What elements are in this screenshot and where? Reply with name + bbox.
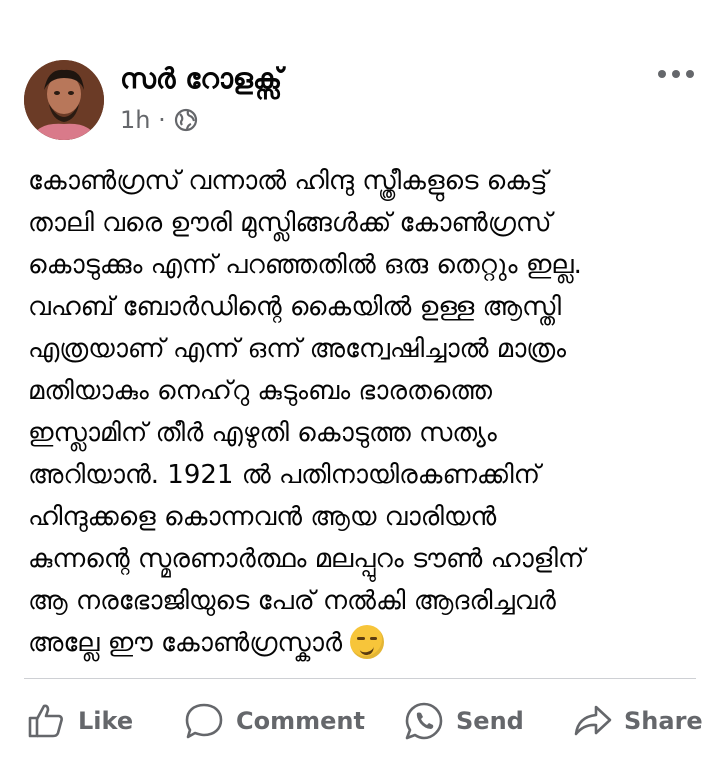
action-bar: Like Comment Send Share <box>0 690 720 750</box>
like-button[interactable]: Like <box>26 700 133 742</box>
send-label: Send <box>456 707 524 735</box>
post-line: ഇസ്ലാമിന് തീർ എഴുതി കൊടുത്ത സത്യം <box>28 418 497 448</box>
comment-label: Comment <box>236 707 365 735</box>
author-name[interactable]: സർ റോളക്സ് <box>120 62 282 96</box>
thumbs-up-icon <box>28 704 63 738</box>
post-meta: 1h · <box>120 106 198 134</box>
post-text: കോൺഗ്രസ് വന്നാൽ ഹിന്ദു സ്ത്രീകളുടെ കെട്ട… <box>28 160 700 664</box>
post-line: ഹിന്ദുക്കളെ കൊന്നവൻ ആയ വാരിയൻ <box>28 502 497 532</box>
post-line: അറിയാൻ. 1921 ൽ പതിനായിരകണക്കിന് <box>28 460 541 490</box>
whatsapp-icon <box>405 702 443 740</box>
share-button[interactable]: Share <box>572 700 703 742</box>
post-line: വഹബ് ബോർഡിന്റെ കൈയിൽ ഉള്ള ആസ്തി <box>28 292 562 322</box>
more-options-icon[interactable] <box>658 64 694 84</box>
avatar-photo <box>24 60 104 140</box>
divider <box>24 678 696 679</box>
like-label: Like <box>78 707 134 735</box>
post-line: കോൺഗ്രസ് വന്നാൽ ഹിന്ദു സ്ത്രീകളുടെ കെട്ട… <box>28 166 548 196</box>
facebook-post: സർ റോളക്സ് 1h · കോൺഗ്രസ് വന്നാൽ ഹിന്ദു സ… <box>0 0 720 760</box>
post-line: താലി വരെ ഊരി മുസ്ലിങ്ങൾക്ക് കോൺഗ്രസ് <box>28 208 552 238</box>
comment-icon <box>185 703 223 739</box>
post-time[interactable]: 1h · <box>120 106 166 134</box>
post-line-last: അല്ലേ ഈ കോൺഗ്രസ്കാർ <box>28 622 700 664</box>
send-button[interactable]: Send <box>404 700 524 742</box>
post-line: കുന്നന്റെ സ്മരണാർത്ഥം മലപ്പുറം ടൗൺ ഹാളിന… <box>28 544 585 574</box>
post-line: കൊടുക്കും എന്ന് പറഞ്ഞതിൽ ഒരു തെറ്റും ഇല്… <box>28 250 582 280</box>
share-label: Share <box>624 707 703 735</box>
post-line-text: അല്ലേ ഈ കോൺഗ്രസ്കാർ <box>28 628 343 658</box>
post-line: മതിയാകും നെഹ്‌റു കുടുംബം ഭാരതത്തെ <box>28 376 493 406</box>
post-line: എത്രയാണ് എന്ന് ഒന്ന് അന്വേഷിച്ചാൽ മാത്രം <box>28 334 567 364</box>
post-line: ആ നരഭോജിയുടെ പേര് നൽകി ആദരിച്ചവർ <box>28 586 556 616</box>
comment-button[interactable]: Comment <box>184 700 365 742</box>
share-arrow-icon <box>574 705 612 736</box>
smirking-face-emoji <box>350 625 385 659</box>
avatar[interactable] <box>24 60 104 140</box>
globe-icon <box>174 108 198 132</box>
